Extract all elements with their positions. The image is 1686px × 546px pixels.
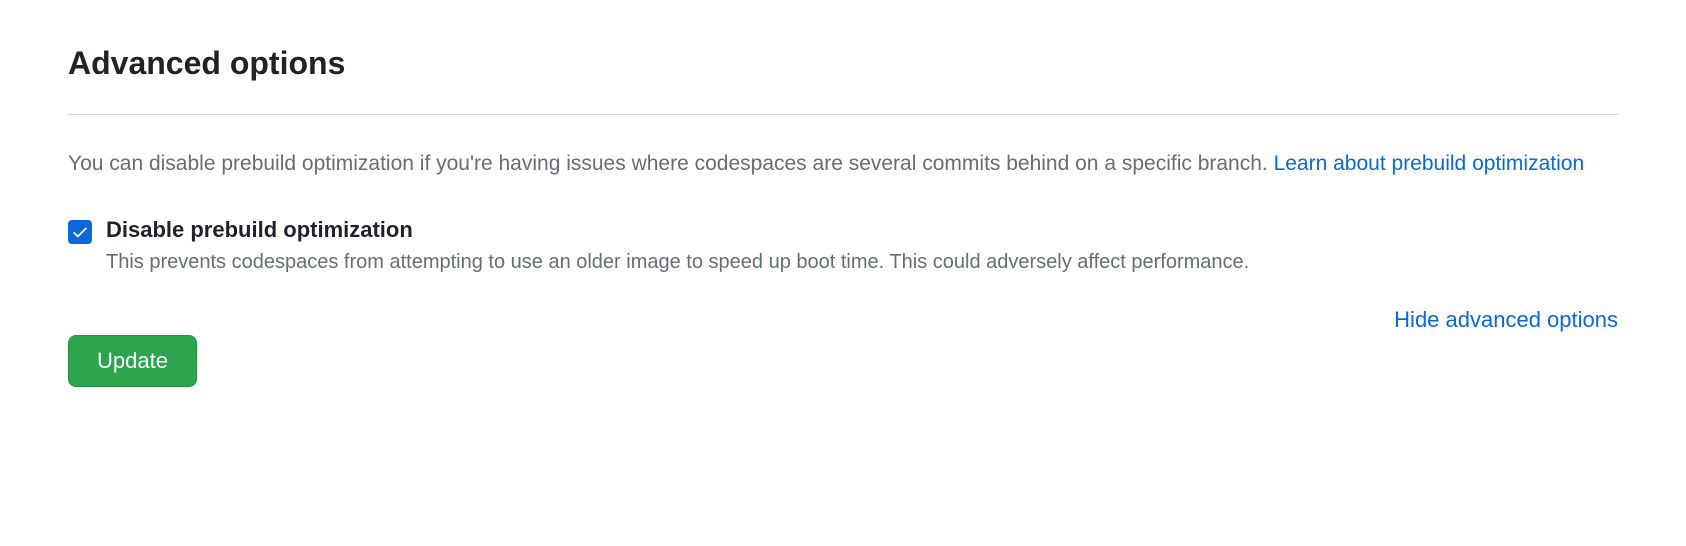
- section-title: Advanced options: [68, 45, 1618, 94]
- learn-about-prebuild-link[interactable]: Learn about prebuild optimization: [1274, 152, 1585, 175]
- description-text: You can disable prebuild optimization if…: [68, 152, 1274, 175]
- disable-prebuild-checkbox[interactable]: [68, 220, 92, 244]
- disable-prebuild-label: Disable prebuild optimization: [106, 217, 1618, 243]
- disable-prebuild-hint: This prevents codespaces from attempting…: [106, 251, 1249, 273]
- section-description: You can disable prebuild optimization if…: [68, 147, 1618, 181]
- checkbox-content: Disable prebuild optimization This preve…: [106, 217, 1618, 277]
- checkmark-icon: [71, 223, 89, 241]
- update-button[interactable]: Update: [68, 335, 197, 387]
- section-divider: [68, 114, 1618, 115]
- toggle-link-row: Hide advanced options: [68, 307, 1618, 333]
- hide-advanced-options-link[interactable]: Hide advanced options: [1394, 307, 1618, 333]
- disable-prebuild-checkbox-row: Disable prebuild optimization This preve…: [68, 217, 1618, 277]
